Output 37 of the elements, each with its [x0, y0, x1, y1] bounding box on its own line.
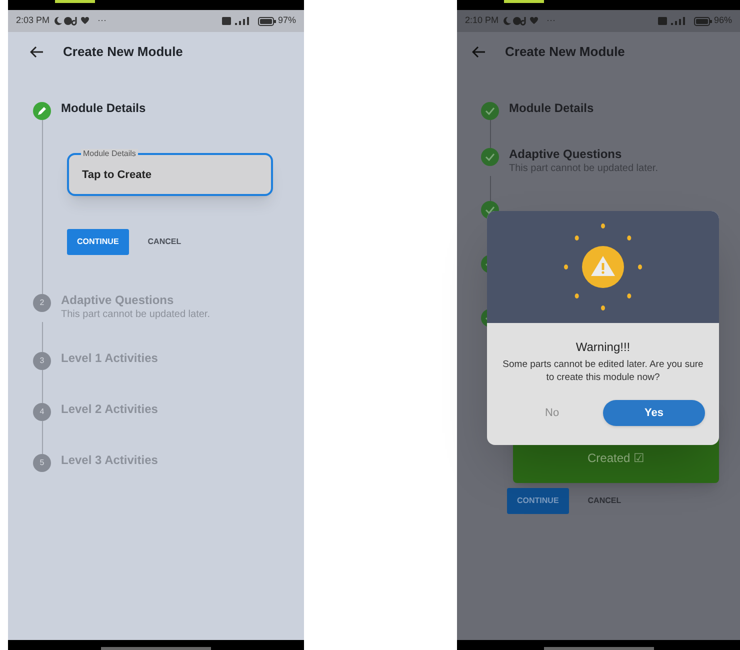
screen-title: Create New Module	[505, 43, 625, 62]
step-title[interactable]: Level 3 Activities	[61, 452, 158, 468]
status-time: 2:10 PM	[465, 14, 499, 28]
step-subtitle: This part cannot be updated later.	[61, 308, 210, 322]
step-title[interactable]: Module Details	[61, 100, 146, 116]
status-time: 2:03 PM	[16, 14, 50, 28]
cancel-button[interactable]: CANCEL	[588, 495, 622, 507]
step-title[interactable]: Adaptive Questions	[509, 146, 658, 162]
screen-title: Create New Module	[63, 43, 183, 62]
battery-percent: 97%	[278, 14, 296, 28]
battery-percent: 96%	[714, 14, 732, 28]
created-card-text: Created ☑	[587, 450, 645, 467]
status-icons	[54, 16, 90, 26]
battery-icon	[258, 16, 276, 26]
step-title[interactable]: Module Details	[509, 100, 594, 116]
status-more: ···	[546, 14, 556, 28]
step-number: 3	[33, 352, 51, 370]
dialog-message: Some parts cannot be edited later. Are you sure to create this module now?	[502, 358, 704, 384]
no-button[interactable]: No	[545, 404, 560, 422]
step-title[interactable]: Adaptive Questions	[61, 292, 210, 308]
field-label: Module Details	[81, 149, 138, 159]
cancel-button[interactable]: CANCEL	[148, 236, 182, 248]
dialog-title: Warning!!!	[576, 339, 630, 356]
step-title[interactable]: Level 2 Activities	[61, 401, 158, 417]
continue-button[interactable]: CONTINUE	[507, 488, 569, 514]
step-number: 4	[33, 403, 51, 421]
step-number: 2	[33, 294, 51, 312]
back-arrow-icon[interactable]	[30, 46, 44, 58]
status-more: ···	[98, 14, 107, 28]
continue-button[interactable]: CONTINUE	[67, 229, 129, 255]
battery-icon	[694, 16, 712, 26]
step-title[interactable]: Level 1 Activities	[61, 350, 158, 366]
status-icons	[502, 16, 539, 26]
field-value: Tap to Create	[82, 168, 152, 184]
yes-button[interactable]: Yes	[603, 400, 705, 426]
warning-sun-icon	[561, 222, 645, 312]
step-number: 5	[33, 454, 51, 472]
